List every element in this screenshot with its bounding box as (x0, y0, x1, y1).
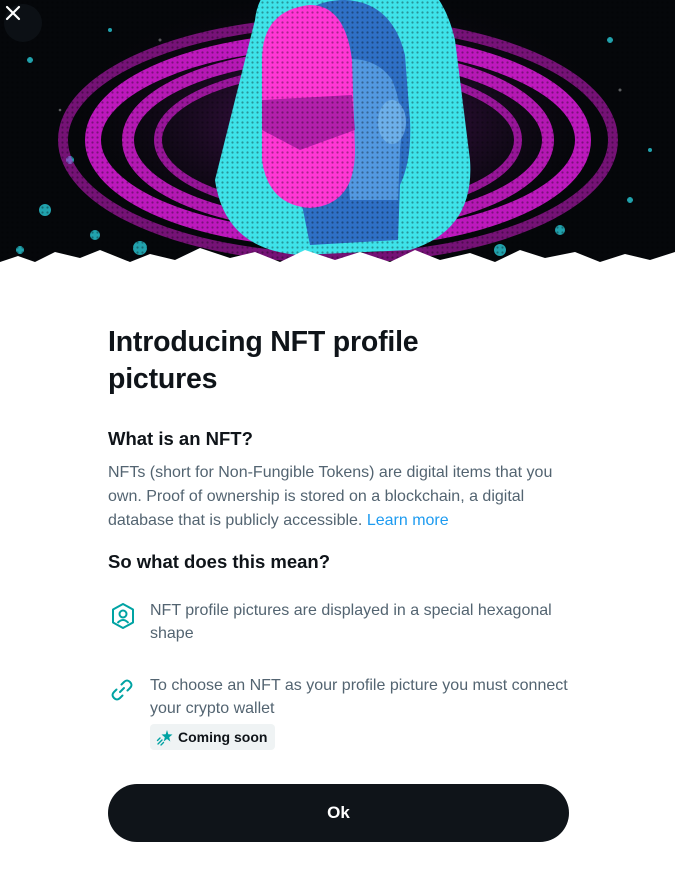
feature-connect-wallet: To choose an NFT as your profile picture… (108, 674, 578, 720)
coming-soon-badge: Coming soon (150, 724, 276, 750)
sparkle-star-icon (156, 730, 173, 746)
link-icon (111, 679, 133, 701)
close-icon (5, 5, 21, 21)
close-button[interactable] (4, 4, 42, 42)
hexagon-profile-icon (112, 603, 134, 629)
hero-illustration (0, 0, 675, 272)
feature-hexagon-text: NFT profile pictures are displayed in a … (150, 602, 552, 642)
feature-hexagon-display: NFT profile pictures are displayed in a … (108, 599, 578, 645)
nft-head-illustration (0, 0, 675, 272)
section-heading-what-it-means: So what does this mean? (108, 551, 331, 572)
feature-connect-wallet-text: To choose an NFT as your profile picture… (150, 677, 568, 717)
coming-soon-label: Coming soon (178, 729, 268, 745)
nft-description: NFTs (short for Non-Fungible Tokens) are… (108, 461, 578, 533)
section-heading-what-is-nft: What is an NFT? (108, 428, 253, 449)
nft-description-text: NFTs (short for Non-Fungible Tokens) are… (108, 464, 553, 529)
modal-title: Introducing NFT profile pictures (108, 326, 419, 395)
learn-more-link[interactable]: Learn more (367, 512, 449, 529)
ok-button[interactable]: Ok (108, 784, 569, 842)
